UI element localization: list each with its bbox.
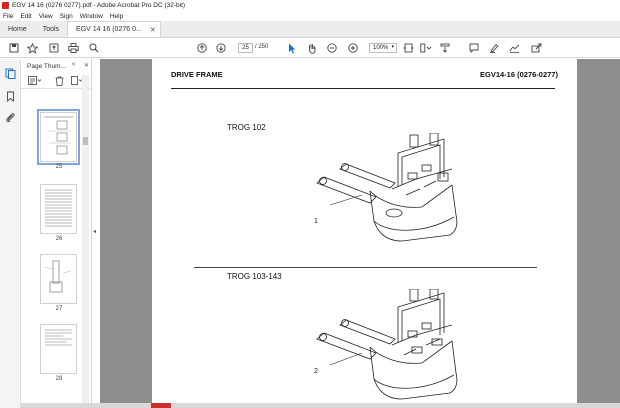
hand-tool-icon[interactable] xyxy=(306,42,318,54)
thumbnail-page-number: 25 xyxy=(55,164,63,170)
select-cursor-icon[interactable] xyxy=(286,42,298,54)
share-icon[interactable] xyxy=(530,42,542,54)
tab-home[interactable]: Home xyxy=(0,21,35,37)
drive-frame-drawing-1 xyxy=(316,133,458,242)
thumbnail-page-number: 28 xyxy=(55,376,63,382)
callout-number: 1 xyxy=(314,218,318,225)
panel-collapse-icon[interactable]: < xyxy=(72,62,76,68)
scroll-marker xyxy=(151,403,171,408)
page-view-options-icon[interactable] xyxy=(420,42,432,54)
menu-file[interactable]: File xyxy=(3,13,13,20)
document-viewport[interactable]: DRIVE FRAME EGV14-16 (0276-0277) TROG 10… xyxy=(100,59,620,408)
thumbnail-page-25[interactable] xyxy=(37,109,80,165)
main-toolbar: 25 / 250 100% ▾ xyxy=(0,38,620,58)
close-panel-icon[interactable]: ✕ xyxy=(84,62,89,69)
zoom-out-icon[interactable] xyxy=(326,42,338,54)
callout-number: 2 xyxy=(314,368,318,375)
panel-header: Page Thum... < ✕ xyxy=(21,59,91,73)
thumbnail-page-number: 27 xyxy=(55,306,63,312)
tab-home-label: Home xyxy=(8,25,27,33)
panel-toolbar xyxy=(21,73,91,89)
bookmarks-icon[interactable] xyxy=(5,91,16,102)
attachments-icon[interactable] xyxy=(5,112,16,123)
page-header-right: EGV14-16 (0276-0277) xyxy=(480,70,558,79)
delete-page-icon[interactable] xyxy=(55,76,64,88)
thumbnail-page-26[interactable] xyxy=(40,184,77,234)
upload-icon[interactable] xyxy=(48,42,60,54)
search-icon[interactable] xyxy=(88,42,100,54)
thumbnail-page-25-preview xyxy=(44,116,73,155)
acrobat-logo-icon xyxy=(2,2,9,9)
thumbnail-page-27-preview xyxy=(44,260,72,293)
thumbnail-page-27[interactable] xyxy=(40,254,77,304)
bookmark-star-icon[interactable] xyxy=(26,42,38,54)
panel-splitter-chevron-icon[interactable]: ◂ xyxy=(93,228,96,235)
thumbnail-page-26-preview xyxy=(45,189,72,227)
page-header-left: DRIVE FRAME xyxy=(171,70,223,79)
sign-icon[interactable] xyxy=(508,42,520,54)
title-bar: EGV 14 16 (0276 0277).pdf - Adobe Acroba… xyxy=(0,0,620,11)
tab-document[interactable]: EGV 14 16 (0276 0... ✕ xyxy=(67,21,161,37)
close-tab-icon[interactable]: ✕ xyxy=(150,26,156,34)
navigation-rail xyxy=(0,59,21,408)
comment-icon[interactable] xyxy=(468,42,480,54)
chevron-down-icon: ▾ xyxy=(391,44,394,50)
scroll-mode-icon[interactable] xyxy=(439,42,451,54)
highlight-pen-icon[interactable] xyxy=(488,42,500,54)
thumbnail-page-number: 26 xyxy=(55,236,63,242)
thumbnail-scrollbar[interactable] xyxy=(82,75,89,408)
tab-tools-label: Tools xyxy=(42,25,60,33)
scrollbar-thumb[interactable] xyxy=(83,137,88,145)
page-total: / 250 xyxy=(255,44,269,50)
zoom-level-value: 100% xyxy=(373,45,389,51)
thumbnail-page-28-preview xyxy=(45,329,72,346)
zoom-level-select[interactable]: 100% ▾ xyxy=(369,43,397,53)
header-rule xyxy=(171,88,555,89)
page-number-input[interactable]: 25 xyxy=(238,43,253,53)
previous-page-icon[interactable] xyxy=(196,42,208,54)
panel-title: Page Thum... xyxy=(27,62,66,70)
fit-page-icon[interactable] xyxy=(402,42,414,54)
pdf-page: DRIVE FRAME EGV14-16 (0276-0277) TROG 10… xyxy=(152,59,577,408)
window-title: EGV 14 16 (0276 0277).pdf - Adobe Acroba… xyxy=(12,2,186,9)
menu-help[interactable]: Help xyxy=(110,13,123,20)
menu-bar: File Edit View Sign Window Help xyxy=(0,11,620,21)
next-page-icon[interactable] xyxy=(215,42,227,54)
tab-tools[interactable]: Tools xyxy=(35,21,67,37)
thumbnail-options-icon[interactable] xyxy=(28,76,42,87)
page-thumbnails-icon[interactable] xyxy=(5,68,16,79)
tab-bar: Home Tools EGV 14 16 (0276 0... ✕ xyxy=(0,21,620,38)
menu-view[interactable]: View xyxy=(39,13,53,20)
thumbnail-page-28[interactable] xyxy=(40,324,77,374)
section-title: TROG 102 xyxy=(227,123,266,132)
zoom-in-icon[interactable] xyxy=(347,42,359,54)
menu-sign[interactable]: Sign xyxy=(60,13,73,20)
print-icon[interactable] xyxy=(67,42,79,54)
section-divider xyxy=(194,267,537,268)
menu-edit[interactable]: Edit xyxy=(20,13,31,20)
tab-document-label: EGV 14 16 (0276 0... xyxy=(76,26,142,33)
menu-window[interactable]: Window xyxy=(80,13,103,20)
horizontal-scrollbar[interactable] xyxy=(21,403,620,408)
drive-frame-drawing-2 xyxy=(316,289,458,400)
save-icon[interactable] xyxy=(8,42,20,54)
section-title: TROG 103-143 xyxy=(227,272,282,281)
